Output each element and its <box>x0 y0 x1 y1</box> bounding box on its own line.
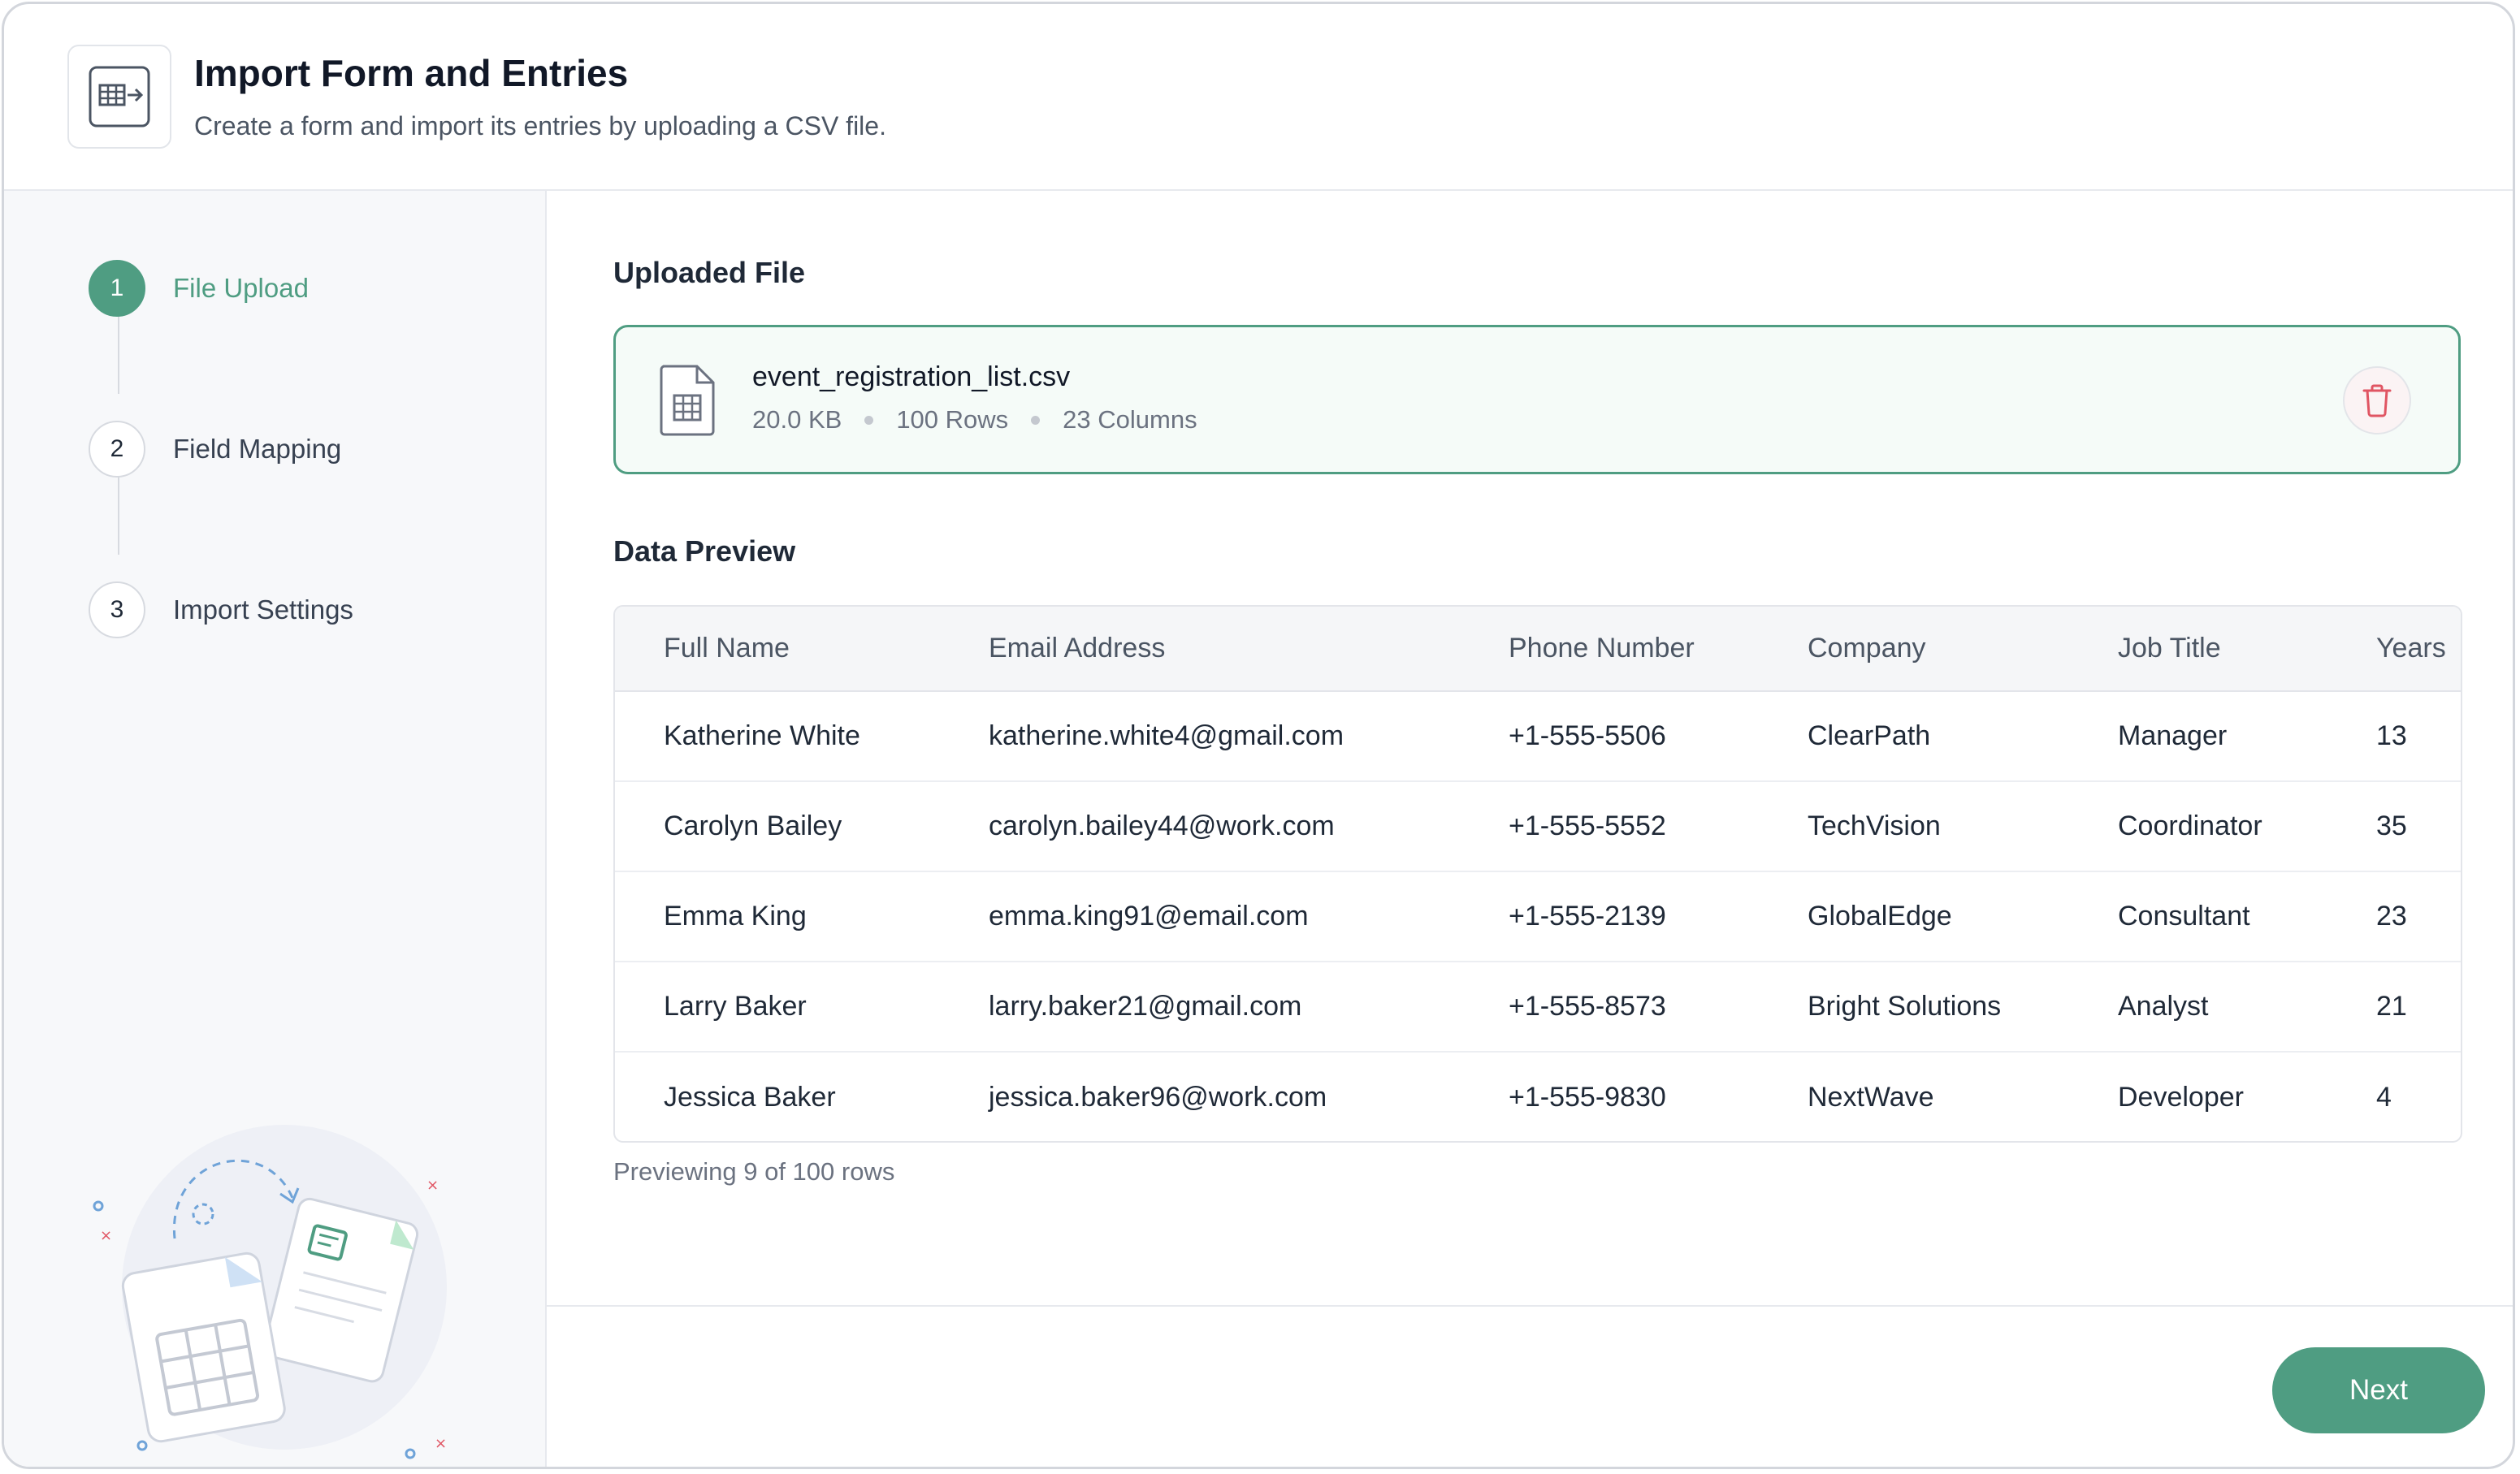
cell-email: carolyn.bailey44@work.com <box>989 810 1335 841</box>
column-header: Full Name <box>615 607 989 692</box>
main-content: Uploaded File event_registration_list.cs… <box>547 191 2513 1467</box>
cell-full-name: Larry Baker <box>664 991 807 1022</box>
table-row: Emma King emma.king91@email.com +1-555-2… <box>615 871 2461 962</box>
footer-divider <box>547 1305 2513 1307</box>
cell-full-name: Katherine White <box>664 720 860 751</box>
svg-text:×: × <box>426 1177 439 1194</box>
cell-email: emma.king91@email.com <box>989 901 1309 932</box>
uploaded-file-card: event_registration_list.csv 20.0 KB 100 … <box>613 325 2461 474</box>
cell-years: 21 <box>2376 991 2407 1022</box>
next-button[interactable]: Next <box>2272 1347 2485 1433</box>
step-number: 3 <box>89 581 145 638</box>
cell-full-name: Carolyn Bailey <box>664 810 842 841</box>
column-header: Job Title <box>2118 607 2376 692</box>
file-meta: 20.0 KB 100 Rows 23 Columns <box>752 405 1197 434</box>
delete-file-button[interactable] <box>2343 366 2411 434</box>
step-label: Field Mapping <box>173 434 342 464</box>
table-row: Larry Baker larry.baker21@gmail.com +1-5… <box>615 962 2461 1052</box>
cell-full-name: Jessica Baker <box>664 1081 836 1113</box>
separator-dot <box>1031 415 1041 425</box>
uploaded-file-heading: Uploaded File <box>613 256 806 289</box>
file-name: event_registration_list.csv <box>752 361 1071 392</box>
svg-text:×: × <box>435 1435 447 1452</box>
cell-phone: +1-555-5552 <box>1509 810 1666 841</box>
csv-file-icon <box>658 363 717 440</box>
cell-job-title: Developer <box>2118 1081 2244 1113</box>
data-preview-heading: Data Preview <box>613 534 796 568</box>
table-row: Jessica Baker jessica.baker96@work.com +… <box>615 1052 2461 1141</box>
step-file-upload[interactable]: 1 File Upload <box>89 260 309 317</box>
cell-phone: +1-555-8573 <box>1509 991 1666 1022</box>
steps-sidebar: 1 File Upload 2 Field Mapping 3 Import S… <box>4 191 547 1467</box>
cell-email: larry.baker21@gmail.com <box>989 991 1302 1022</box>
svg-text:×: × <box>100 1227 112 1244</box>
cell-email: katherine.white4@gmail.com <box>989 720 1344 751</box>
cell-company: GlobalEdge <box>1808 901 1952 932</box>
file-rows: 100 Rows <box>896 405 1009 434</box>
cell-company: NextWave <box>1808 1081 1934 1113</box>
cell-email: jessica.baker96@work.com <box>989 1081 1327 1113</box>
data-preview-table: Full Name Email Address Phone Number Com… <box>613 605 2462 1143</box>
cell-job-title: Analyst <box>2118 991 2209 1022</box>
csv-import-illustration: × × × <box>93 1125 447 1459</box>
cell-company: TechVision <box>1808 810 1941 841</box>
table-row: Carolyn Bailey carolyn.bailey44@work.com… <box>615 781 2461 871</box>
preview-row-count: Previewing 9 of 100 rows <box>613 1157 895 1186</box>
dialog-subtitle: Create a form and import its entries by … <box>194 111 886 140</box>
table-import-icon <box>67 45 171 149</box>
column-header: Phone Number <box>1509 607 1808 692</box>
cell-company: Bright Solutions <box>1808 991 2002 1022</box>
step-field-mapping[interactable]: 2 Field Mapping <box>89 421 341 478</box>
cell-phone: +1-555-2139 <box>1509 901 1666 932</box>
separator-dot <box>864 415 874 425</box>
column-header: Company <box>1808 607 2118 692</box>
cell-company: ClearPath <box>1808 720 1931 751</box>
step-number: 1 <box>89 260 145 317</box>
step-label: Import Settings <box>173 594 353 625</box>
column-header: Years <box>2376 607 2461 692</box>
cell-full-name: Emma King <box>664 901 807 932</box>
cell-job-title: Coordinator <box>2118 810 2262 841</box>
file-columns: 23 Columns <box>1063 405 1197 434</box>
cell-years: 35 <box>2376 810 2407 841</box>
dialog-header: Import Form and Entries Create a form an… <box>4 4 2513 191</box>
dialog-title: Import Form and Entries <box>194 52 629 94</box>
column-header: Email Address <box>989 607 1509 692</box>
table-row: Katherine White katherine.white4@gmail.c… <box>615 691 2461 781</box>
cell-years: 13 <box>2376 720 2407 751</box>
step-label: File Upload <box>173 273 309 303</box>
table-header-row: Full Name Email Address Phone Number Com… <box>615 607 2461 692</box>
step-number: 2 <box>89 421 145 478</box>
import-dialog: Import Form and Entries Create a form an… <box>2 2 2515 1469</box>
file-size: 20.0 KB <box>752 405 842 434</box>
trash-icon <box>2362 384 2392 417</box>
cell-years: 23 <box>2376 901 2407 932</box>
cell-phone: +1-555-9830 <box>1509 1081 1666 1113</box>
cell-phone: +1-555-5506 <box>1509 720 1666 751</box>
cell-job-title: Consultant <box>2118 901 2250 932</box>
cell-job-title: Manager <box>2118 720 2228 751</box>
step-import-settings[interactable]: 3 Import Settings <box>89 581 353 638</box>
cell-years: 4 <box>2376 1081 2392 1113</box>
